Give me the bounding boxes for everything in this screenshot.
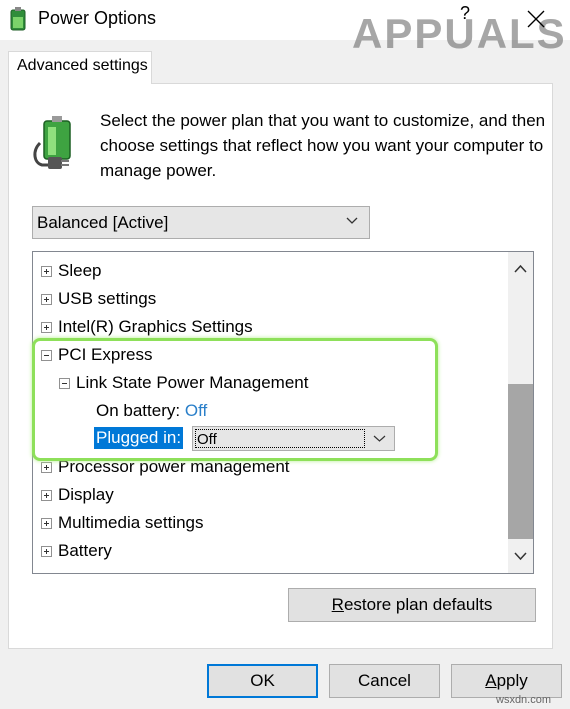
ok-button[interactable]: OK (207, 664, 318, 698)
chevron-down-icon (346, 217, 358, 224)
collapse-minus-icon[interactable] (59, 378, 70, 389)
expand-plus-icon[interactable] (41, 294, 52, 305)
plugged-in-dropdown[interactable]: Off (192, 426, 395, 451)
tree-item-label: USB settings (58, 289, 157, 308)
site-watermark: wsxdn.com (496, 694, 552, 706)
expand-plus-icon[interactable] (41, 462, 52, 473)
help-button[interactable]: ? (455, 3, 475, 24)
scrollbar-thumb[interactable] (508, 384, 533, 539)
tree-item-label: Processor power management (58, 457, 290, 476)
tree-item-label: PCI Express (58, 345, 153, 364)
description-text: Select the power plan that you want to c… (100, 111, 546, 180)
scroll-down-arrow-icon[interactable] (508, 539, 533, 573)
tree-item-label: Intel(R) Graphics Settings (58, 317, 253, 336)
restore-label-rest: estore plan defaults (343, 595, 493, 614)
on-battery-label: On battery: (96, 401, 181, 420)
tab-advanced-settings[interactable]: Advanced settings (8, 51, 152, 84)
tree-item-label: Battery (58, 541, 112, 560)
close-icon[interactable] (522, 6, 550, 32)
access-key-r: R (331, 595, 344, 614)
tree-item-label: Multimedia settings (58, 513, 204, 532)
power-plan-dropdown[interactable]: Balanced [Active] (32, 206, 370, 239)
tree-item-label: Sleep (58, 261, 102, 280)
expand-plus-icon[interactable] (41, 546, 52, 557)
apply-button[interactable]: Apply (451, 664, 562, 698)
expand-plus-icon[interactable] (41, 266, 52, 277)
apply-label-rest: pply (496, 671, 528, 690)
expand-plus-icon[interactable] (41, 518, 52, 529)
collapse-minus-icon[interactable] (41, 350, 52, 361)
on-battery-setting[interactable]: On battery: Off (96, 401, 207, 421)
settings-tree[interactable]: Sleep USB settings Intel(R) Graphics Set… (32, 251, 534, 574)
tree-item-label: Link State Power Management (76, 373, 309, 392)
on-battery-value[interactable]: Off (185, 401, 207, 420)
plugged-in-value: Off (195, 429, 365, 448)
access-key-a: A (485, 671, 497, 690)
window-title: Power Options (38, 8, 157, 28)
expand-plus-icon[interactable] (41, 322, 52, 333)
vertical-scrollbar[interactable] (508, 252, 533, 573)
scroll-up-arrow-icon[interactable] (508, 252, 533, 286)
restore-plan-defaults-button[interactable]: Restore plan defaults (288, 588, 536, 622)
power-options-icon (10, 7, 26, 31)
title-bar: Power Options APPUALS ? (0, 0, 570, 57)
cancel-button[interactable]: Cancel (329, 664, 440, 698)
expand-plus-icon[interactable] (41, 490, 52, 501)
plugged-in-label: Plugged in: (94, 427, 184, 449)
battery-plug-icon (33, 116, 71, 169)
chevron-down-icon (373, 435, 386, 442)
tree-item-label: Display (58, 485, 114, 504)
power-plan-value: Balanced [Active] (37, 213, 169, 232)
